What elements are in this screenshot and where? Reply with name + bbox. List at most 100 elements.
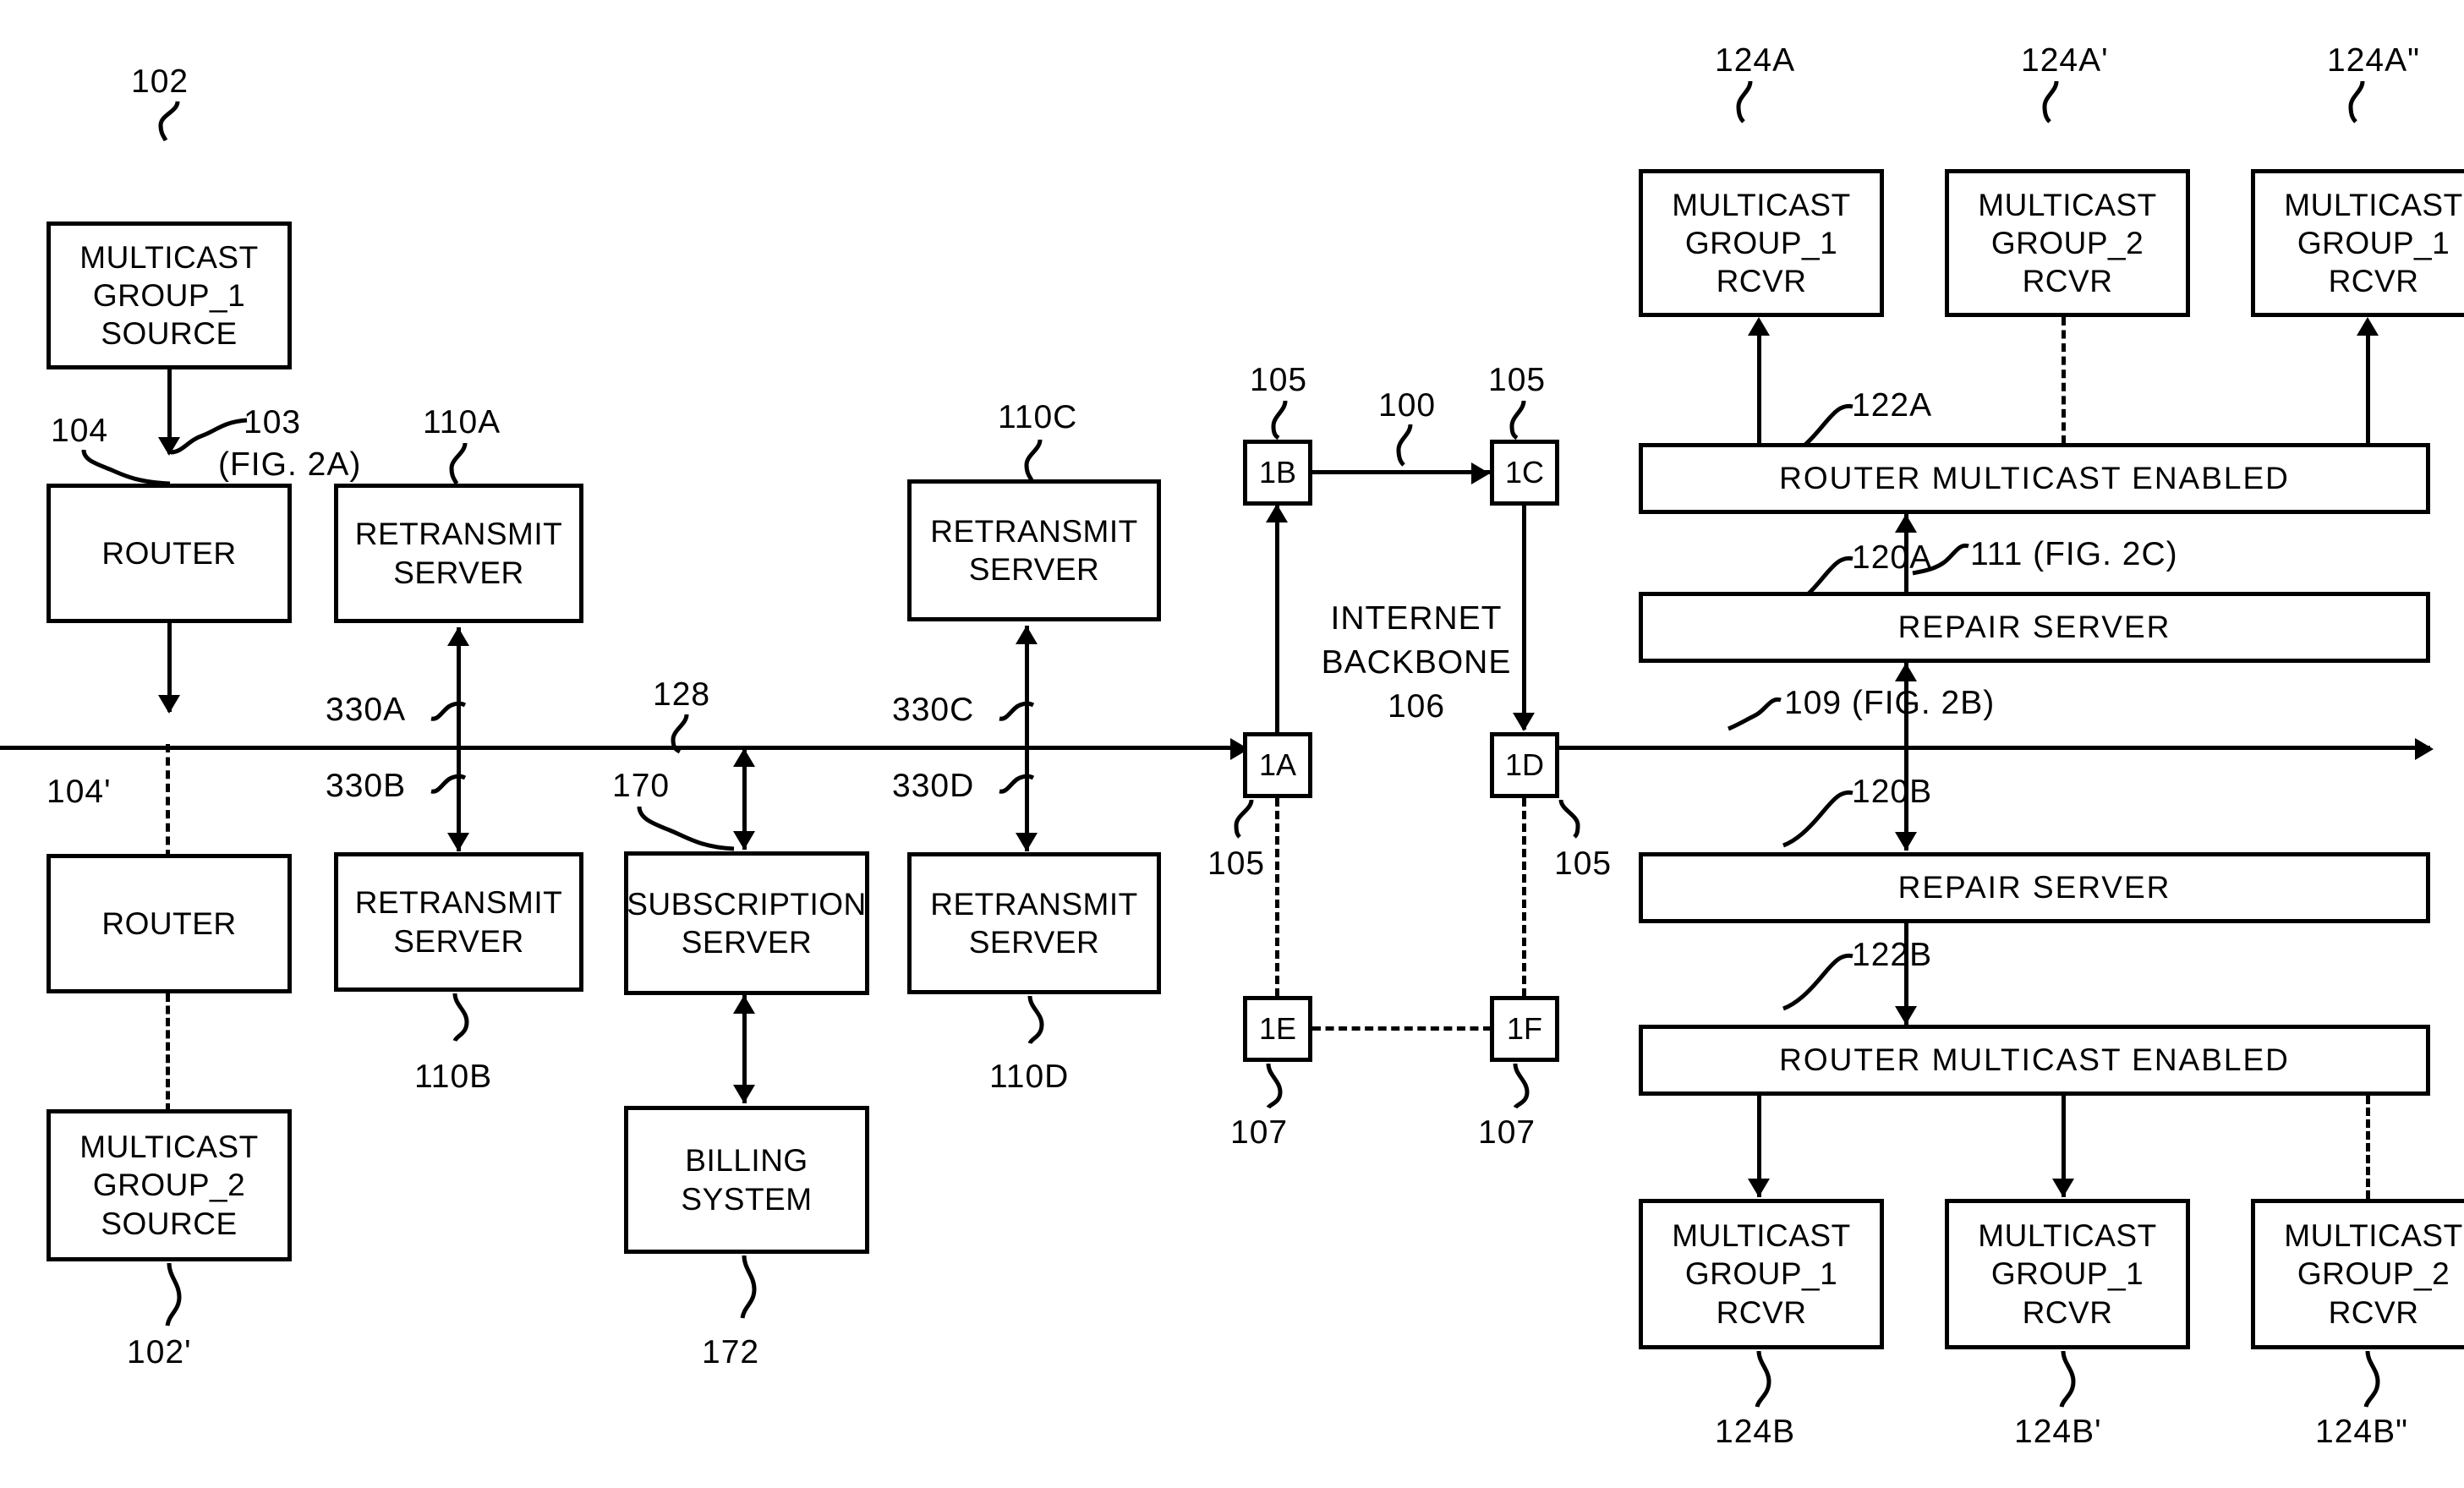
block-rcvr-124A-dprime: MULTICAST GROUP_1 RCVR xyxy=(2251,169,2464,317)
arrowhead-down xyxy=(1895,1006,1917,1025)
arrowhead-up xyxy=(1895,663,1917,681)
block-retransmit-server-b: RETRANSMIT SERVER xyxy=(334,852,583,992)
block-line-1: ROUTER xyxy=(101,905,237,941)
ref-330C: 330C xyxy=(892,692,975,728)
ref-110A: 110A xyxy=(423,404,501,440)
block-router-bottom: ROUTER xyxy=(47,854,292,993)
leader-107-1E xyxy=(1260,1062,1294,1109)
block-line-1: SUBSCRIPTION xyxy=(627,886,867,922)
arrowhead-up xyxy=(733,748,755,767)
ref-107-1F: 107 xyxy=(1478,1114,1536,1151)
arrowhead-down xyxy=(158,695,180,714)
node-1F: 1F xyxy=(1490,996,1559,1062)
leader-124B-prime xyxy=(2051,1349,2085,1409)
edge-router-b-to-124B-dprime-dashed xyxy=(2366,1096,2370,1199)
block-rcvr-124B-prime: MULTICAST GROUP_1 RCVR xyxy=(1945,1199,2190,1349)
edge-1E-1F-dashed xyxy=(1312,1026,1492,1031)
block-line-1: RETRANSMIT xyxy=(930,886,1138,922)
ref-128: 128 xyxy=(653,676,711,713)
leader-330D xyxy=(998,771,1037,796)
block-line-1: MULTICAST xyxy=(1672,1218,1851,1254)
block-router-top: ROUTER xyxy=(47,484,292,623)
block-line-1: RETRANSMIT xyxy=(930,513,1138,549)
main-bus-line-left xyxy=(0,746,1251,750)
block-line-1: BILLING xyxy=(685,1143,808,1179)
edge-bus-to-router-bottom-dashed xyxy=(166,744,170,858)
node-label: 1D xyxy=(1504,747,1545,782)
edge-1B-1C xyxy=(1312,470,1490,474)
arrowhead-right xyxy=(2415,738,2434,760)
ref-104-prime: 104' xyxy=(47,774,112,810)
ref-124B-prime: 124B' xyxy=(2014,1414,2102,1450)
block-line-2: SYSTEM xyxy=(681,1181,813,1217)
ref-170: 170 xyxy=(612,768,671,804)
leader-124A xyxy=(1733,79,1764,123)
block-line-2: GROUP_1 xyxy=(92,277,246,313)
leader-124B-dprime xyxy=(2356,1349,2390,1409)
block-repair-server-a: REPAIR SERVER xyxy=(1639,592,2430,663)
block-multicast-group2-source: MULTICAST GROUP_2 SOURCE xyxy=(47,1109,292,1261)
block-label: ROUTER MULTICAST ENABLED xyxy=(1779,1042,2290,1077)
leader-330C xyxy=(998,698,1037,724)
block-router-multicast-enabled-a: ROUTER MULTICAST ENABLED xyxy=(1639,443,2430,514)
arrowhead-up xyxy=(1016,626,1038,644)
ref-111: 111 (FIG. 2C) xyxy=(1970,536,2178,572)
leader-105-1A xyxy=(1228,798,1262,839)
block-line-1: MULTICAST xyxy=(79,239,259,275)
leader-109 xyxy=(1725,693,1784,731)
ref-330A: 330A xyxy=(326,692,407,728)
leader-110B xyxy=(446,992,477,1042)
leader-124A-dprime xyxy=(2346,79,2376,123)
ref-120B: 120B xyxy=(1852,774,1933,810)
backbone-caption-ref: 106 xyxy=(1387,688,1446,725)
block-rcvr-124B: MULTICAST GROUP_1 RCVR xyxy=(1639,1199,1884,1349)
block-line-2: GROUP_2 xyxy=(1990,225,2144,260)
ref-330D: 330D xyxy=(892,768,975,804)
leader-102 xyxy=(152,100,186,142)
block-retransmit-server-d: RETRANSMIT SERVER xyxy=(907,852,1161,994)
edge-1D-1F-dashed xyxy=(1522,798,1526,997)
backbone-caption-line2: BACKBONE xyxy=(1321,644,1512,681)
block-line-1: MULTICAST xyxy=(79,1130,259,1165)
arrowhead-up xyxy=(1748,317,1770,336)
block-line-3: RCVR xyxy=(1716,1294,1807,1330)
block-line-2: GROUP_1 xyxy=(1684,225,1838,260)
node-label: 1B xyxy=(1258,455,1297,490)
ref-105-1D: 105 xyxy=(1554,845,1613,882)
edge-router-a-to-124A xyxy=(1757,328,1761,443)
ref-124A-prime: 124A' xyxy=(2021,42,2109,79)
block-line-2: GROUP_2 xyxy=(92,1168,246,1203)
block-multicast-group1-source: MULTICAST GROUP_1 SOURCE xyxy=(47,222,292,369)
leader-105-1C xyxy=(1507,399,1536,440)
block-line-1: MULTICAST xyxy=(1978,187,2157,222)
leader-110D xyxy=(1021,994,1052,1045)
block-label: ROUTER MULTICAST ENABLED xyxy=(1779,461,2290,495)
leader-105-1B xyxy=(1268,399,1297,440)
patent-figure-canvas: 102 MULTICAST GROUP_1 SOURCE 103 (FIG. 2… xyxy=(0,0,2464,1488)
ref-172: 172 xyxy=(702,1334,760,1370)
ref-124B: 124B xyxy=(1715,1414,1796,1450)
leader-100 xyxy=(1394,423,1422,467)
block-line-3: SOURCE xyxy=(101,316,238,352)
arrowhead-down xyxy=(1016,833,1038,851)
arrowhead-down xyxy=(1513,713,1535,731)
leader-124B xyxy=(1747,1349,1781,1409)
arrowhead-up xyxy=(1895,514,1917,533)
main-bus-line-right xyxy=(1559,746,2430,750)
leader-110C xyxy=(1021,438,1052,482)
block-line-2: SERVER xyxy=(968,552,1100,587)
block-rcvr-124B-dprime: MULTICAST GROUP_2 RCVR xyxy=(2251,1199,2464,1349)
block-line-2: SERVER xyxy=(393,923,524,959)
ref-109: 109 (FIG. 2B) xyxy=(1784,685,1996,721)
block-rcvr-124A-prime: MULTICAST GROUP_2 RCVR xyxy=(1945,169,2190,317)
block-line-2: GROUP_2 xyxy=(2297,1256,2450,1292)
leader-104 xyxy=(80,448,173,487)
block-line-2: GROUP_1 xyxy=(2297,225,2450,260)
block-line-3: RCVR xyxy=(2328,1294,2419,1330)
ref-330B: 330B xyxy=(326,768,407,804)
leader-172 xyxy=(732,1254,766,1320)
block-line-2: GROUP_1 xyxy=(1990,1256,2144,1292)
block-subscription-server: SUBSCRIPTION SERVER xyxy=(624,851,869,995)
leader-111 xyxy=(1909,539,1972,577)
block-line-3: RCVR xyxy=(2022,264,2113,299)
